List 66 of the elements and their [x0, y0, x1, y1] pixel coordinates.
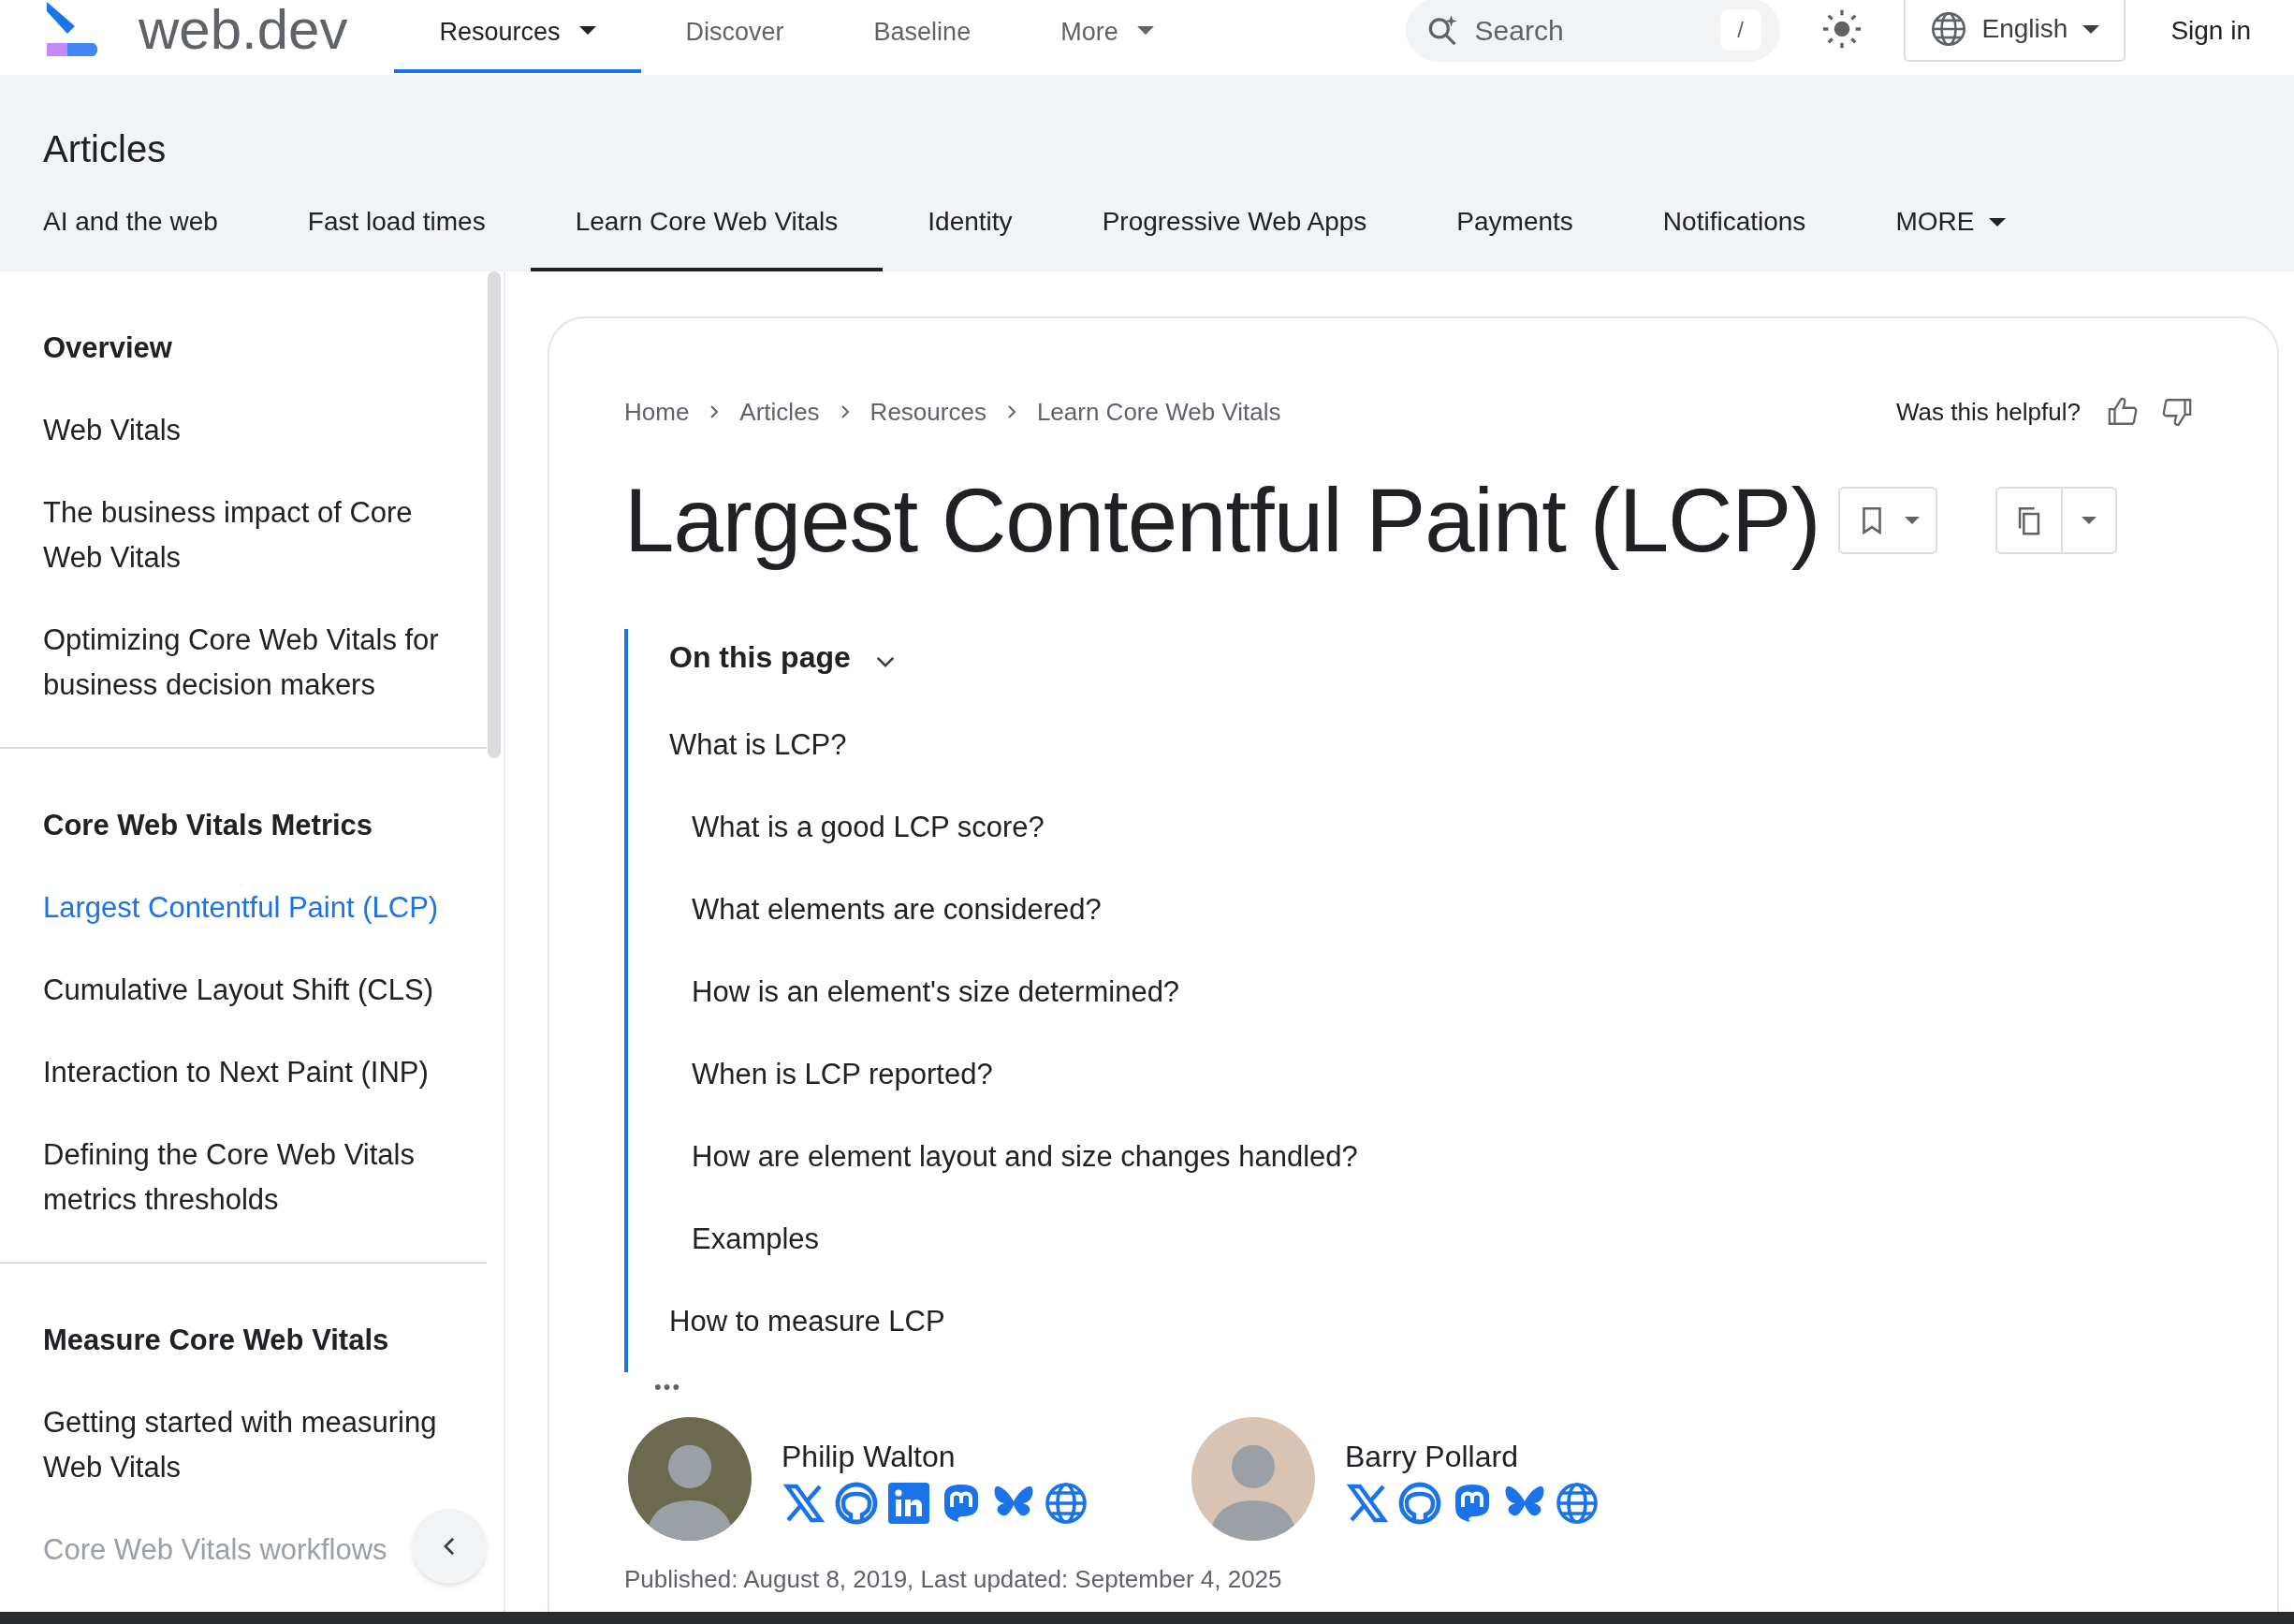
sidebar-heading: Measure Core Web Vitals: [43, 1323, 389, 1358]
search-field[interactable]: Search /: [1405, 0, 1780, 62]
chevron-right-icon: [1006, 404, 1016, 419]
more-tabs-button[interactable]: MORE: [1850, 204, 2052, 271]
language-button[interactable]: English: [1903, 0, 2126, 62]
section-tab[interactable]: Notifications: [1617, 204, 1851, 271]
breadcrumb-link[interactable]: Resources: [869, 393, 986, 431]
nav-tab[interactable]: Baseline: [828, 0, 1016, 73]
toc-toggle[interactable]: On this page: [669, 629, 896, 685]
in-logo-icon[interactable]: [886, 1481, 931, 1526]
nav-tab[interactable]: Discover: [640, 0, 829, 73]
section-tab[interactable]: Fast load times: [262, 204, 531, 271]
sign-in-link[interactable]: Sign in: [2170, 11, 2251, 51]
breadcrumb-link[interactable]: Learn Core Web Vitals: [1036, 393, 1281, 431]
section-tab[interactable]: Progressive Web Apps: [1057, 204, 1412, 271]
publication-dates: Published: August 8, 2019, Last updated: September 4, 2025: [624, 1565, 1282, 1593]
scrollbar-thumb[interactable]: [488, 271, 501, 758]
caret-icon: [2082, 24, 2100, 34]
breadcrumb-link[interactable]: Articles: [739, 393, 820, 431]
section-title: Articles: [43, 127, 167, 170]
chevron-left-icon: [443, 1536, 456, 1557]
toc-link[interactable]: What elements are considered?: [692, 887, 1102, 932]
sidebar-item[interactable]: Largest Contentful Paint (LCP): [43, 867, 439, 949]
toc-link[interactable]: How are element layout and size changes handled?: [692, 1134, 1358, 1179]
chevron-right-icon: [709, 404, 720, 419]
sidebar-heading: Core Web Vitals Metrics: [43, 808, 373, 843]
thumbs-up-icon[interactable]: [2107, 396, 2139, 428]
sidebar-item[interactable]: Interaction to Next Paint (INP): [43, 1031, 429, 1114]
logo-text[interactable]: web.dev: [139, 0, 348, 60]
caret-icon: [1989, 218, 2007, 227]
globe-icon[interactable]: [1555, 1481, 1600, 1526]
sidebar-item[interactable]: Defining the Core Web Vitals metrics thresholds: [43, 1114, 444, 1241]
toc-link[interactable]: Examples: [692, 1217, 820, 1262]
chevron-right-icon: [840, 404, 850, 419]
toc-link[interactable]: How is an element's size determined?: [692, 970, 1180, 1015]
bookmark-button[interactable]: [1838, 487, 1938, 554]
nav-tab[interactable]: More: [1015, 0, 1199, 73]
section-tab[interactable]: Learn Core Web Vitals: [530, 204, 884, 271]
caret-icon: [2082, 517, 2097, 524]
theme-toggle-icon[interactable]: [1820, 8, 1863, 50]
toc-link[interactable]: What is a good LCP score?: [692, 805, 1045, 850]
breadcrumb-link[interactable]: Home: [624, 393, 690, 431]
toc-link[interactable]: What is LCP?: [669, 723, 847, 768]
helpful-prompt: Was this helpful?: [1895, 396, 2081, 428]
sidebar-heading[interactable]: Overview: [43, 307, 172, 389]
keyboard-shortcut: /: [1719, 9, 1761, 51]
chevron-down-icon: [874, 655, 896, 668]
more-toc-button[interactable]: •••: [654, 1376, 682, 1398]
section-tab[interactable]: Payments: [1411, 204, 1618, 271]
toc-link[interactable]: When is LCP reported?: [692, 1052, 993, 1097]
page-title: Largest Contentful Paint (LCP): [624, 469, 1820, 572]
section-tab[interactable]: AI and the web: [0, 204, 263, 271]
author-name: Philip Walton: [782, 1439, 956, 1475]
sidebar-item[interactable]: Optimizing Core Web Vitals for business decision makers: [43, 599, 444, 726]
section-tab[interactable]: Identity: [883, 204, 1058, 271]
sidebar-item[interactable]: Getting started with measuring Web Vitals: [43, 1382, 444, 1509]
thumbs-down-icon[interactable]: [2161, 396, 2193, 428]
globe-icon: [1929, 10, 1967, 48]
toc-link[interactable]: How to measure LCP: [669, 1299, 945, 1344]
sidebar-item[interactable]: The business impact of Core Web Vitals: [43, 472, 444, 599]
caret-icon: [1905, 517, 1921, 524]
sidebar-item[interactable]: Web Vitals: [43, 389, 182, 472]
author-name: Barry Pollard: [1345, 1439, 1518, 1475]
search-input[interactable]: Search: [1474, 8, 1705, 51]
sidebar-item[interactable]: Cumulative Layout Shift (CLS): [43, 949, 433, 1031]
globe-icon[interactable]: [1044, 1481, 1089, 1526]
